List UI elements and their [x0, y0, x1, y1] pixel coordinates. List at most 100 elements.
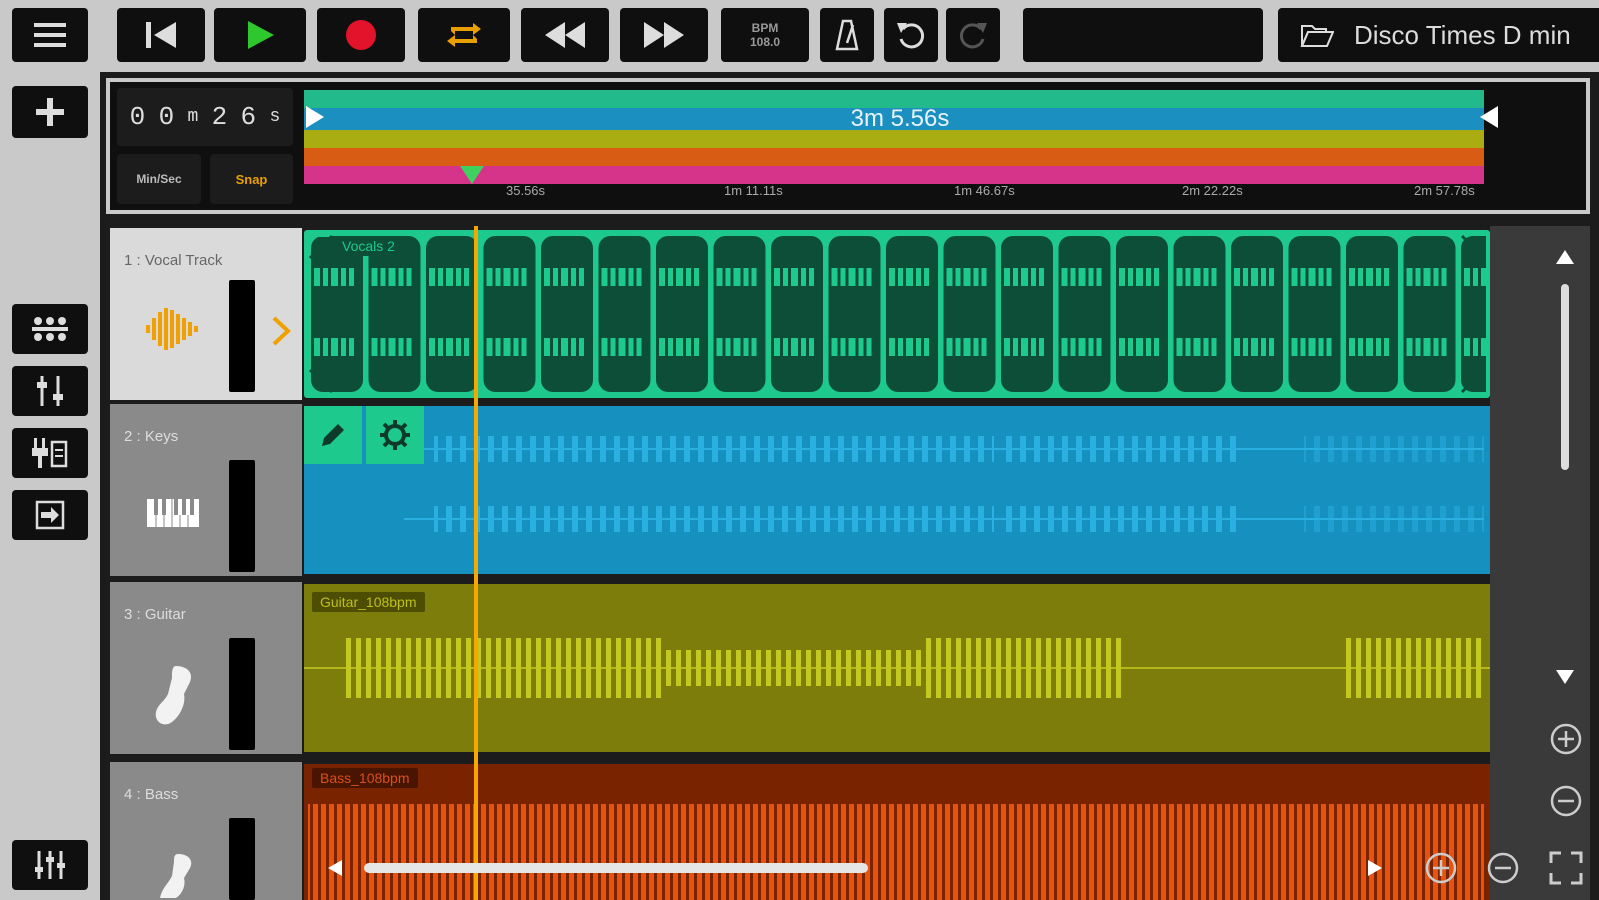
plus-icon [36, 98, 64, 126]
time-position-display: 0 0 m 2 6 s [117, 88, 293, 146]
waveform-icon [146, 308, 198, 350]
time-unit: s [269, 107, 281, 127]
bpm-button[interactable]: BPM 108.0 [721, 8, 809, 62]
gear-icon [380, 420, 410, 450]
time-digit: 6 [240, 102, 257, 132]
undo-icon [897, 23, 925, 49]
loop-end-handle-icon[interactable] [1478, 104, 1500, 130]
time-digit: 0 [129, 102, 146, 132]
mixer-button[interactable] [12, 366, 88, 416]
track-header[interactable]: 4 : Bass [110, 762, 302, 900]
menu-button[interactable] [12, 8, 88, 62]
clip-name: Guitar_108bpm [312, 592, 425, 612]
clip-waveform [304, 584, 1490, 752]
pads-icon [32, 317, 68, 341]
fit-to-screen-icon[interactable] [1549, 851, 1583, 885]
clip-waveform [404, 406, 1484, 574]
skip-to-start-button[interactable] [117, 8, 205, 62]
level-meter [229, 280, 255, 392]
zoom-out-vertical-icon[interactable] [1549, 784, 1583, 818]
snap-label: Snap [235, 171, 268, 187]
redo-button[interactable] [946, 8, 1000, 62]
zoom-out-horizontal-icon[interactable] [1486, 851, 1520, 885]
equalizer-icon [35, 851, 65, 879]
loop-start-handle-icon[interactable] [304, 104, 326, 130]
record-icon [346, 20, 376, 50]
clip-resize-handle-icon[interactable] [308, 234, 334, 260]
timeline-tick: 1m 11.11s [724, 183, 783, 198]
plugin-icon [32, 438, 68, 468]
time-format-button[interactable]: Min/Sec [117, 154, 201, 204]
audio-clip-vocals[interactable]: Vocals 2 [304, 230, 1490, 398]
metronome-icon [835, 19, 859, 51]
pads-button[interactable] [12, 304, 88, 354]
chevron-right-icon[interactable] [270, 314, 292, 348]
status-display [1023, 8, 1263, 62]
clip-resize-handle-icon[interactable] [1460, 368, 1486, 394]
undo-button[interactable] [884, 8, 938, 62]
project-name: Disco Times D min [1354, 19, 1571, 50]
audio-clip-keys[interactable] [304, 406, 1490, 574]
edit-clip-button[interactable] [304, 406, 362, 464]
track-header[interactable]: 1 : Vocal Track [110, 228, 302, 400]
add-track-button[interactable] [12, 86, 88, 138]
play-button[interactable] [214, 8, 306, 62]
track-name: 1 : Vocal Track [124, 252, 223, 269]
play-icon [248, 21, 274, 49]
playhead-marker-icon[interactable] [458, 164, 486, 186]
guitar-icon [155, 666, 192, 725]
loop-button[interactable] [418, 8, 510, 62]
project-button[interactable]: Disco Times D min [1278, 8, 1599, 62]
snap-button[interactable]: Snap [210, 154, 293, 204]
rewind-icon [545, 22, 585, 48]
bpm-value: 108.0 [749, 35, 781, 49]
folder-open-icon [1300, 25, 1334, 47]
level-meter [229, 460, 255, 572]
fast-forward-icon [644, 22, 684, 48]
scroll-left-icon[interactable] [326, 858, 344, 878]
bass-icon [160, 854, 192, 898]
rewind-button[interactable] [521, 8, 609, 62]
effects-button[interactable] [12, 428, 88, 478]
bpm-title: BPM [751, 21, 779, 35]
clip-resize-handle-icon[interactable] [1460, 234, 1486, 260]
scroll-right-icon[interactable] [1366, 858, 1384, 878]
record-button[interactable] [317, 8, 405, 62]
level-meter [229, 638, 255, 750]
level-meter [229, 818, 255, 900]
clip-resize-handle-icon[interactable] [308, 368, 334, 394]
skip-to-start-icon [146, 22, 176, 48]
clip-name: Vocals 2 [334, 236, 403, 256]
clip-settings-button[interactable] [366, 406, 424, 464]
redo-icon [959, 23, 987, 49]
fast-forward-button[interactable] [620, 8, 708, 62]
clip-waveform [308, 764, 1484, 900]
zoom-in-horizontal-icon[interactable] [1424, 851, 1458, 885]
scroll-up-icon[interactable] [1554, 248, 1576, 266]
time-format-label: Min/Sec [136, 172, 182, 186]
time-digit: 2 [211, 102, 228, 132]
piano-icon [147, 499, 199, 527]
time-unit: m [187, 107, 199, 127]
zoom-in-vertical-icon[interactable] [1549, 722, 1583, 756]
import-button[interactable] [12, 490, 88, 540]
loop-length-label: 3m 5.56s [850, 105, 950, 132]
horizontal-scrollbar[interactable] [364, 863, 868, 873]
left-sidebar [0, 72, 100, 900]
scroll-down-icon[interactable] [1554, 668, 1576, 686]
audio-clip-bass[interactable]: Bass_108bpm [304, 764, 1490, 900]
mixer-settings-button[interactable] [12, 840, 88, 890]
metronome-button[interactable] [820, 8, 874, 62]
track-name: 2 : Keys [124, 428, 179, 445]
clip-waveform [308, 234, 1486, 394]
playhead-line[interactable] [474, 226, 478, 900]
track-header[interactable]: 3 : Guitar [110, 582, 302, 754]
menu-icon [34, 23, 66, 47]
track-name: 4 : Bass [124, 786, 179, 803]
vertical-scrollbar[interactable] [1561, 284, 1569, 470]
pencil-icon [322, 424, 344, 446]
import-icon [35, 500, 65, 530]
clip-name: Bass_108bpm [312, 768, 418, 788]
track-header[interactable]: 2 : Keys [110, 404, 302, 576]
audio-clip-guitar[interactable]: Guitar_108bpm [304, 584, 1490, 752]
